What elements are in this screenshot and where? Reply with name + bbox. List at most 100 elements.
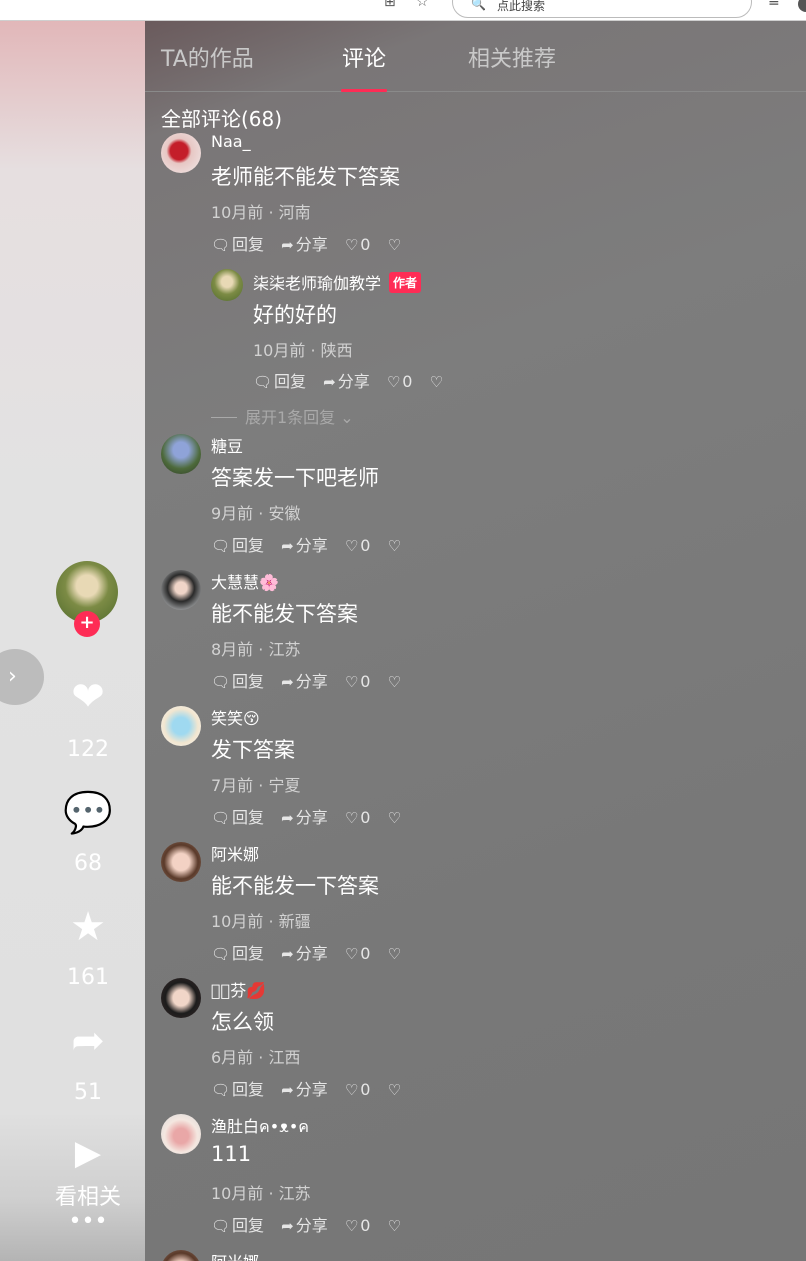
follow-button[interactable]: +: [74, 611, 100, 637]
share-button[interactable]: ➦ 分享: [323, 368, 370, 392]
comment-username[interactable]: 阿米娜: [211, 841, 259, 865]
share-arrow-icon: ➦: [281, 1217, 294, 1235]
avatar[interactable]: [161, 133, 201, 173]
tab-recommend[interactable]: 相关推荐: [468, 41, 556, 73]
like-button[interactable]: ♡ 0: [345, 536, 371, 555]
reply-icon: 🗨: [211, 1217, 231, 1235]
tab-comments[interactable]: 评论: [342, 41, 386, 73]
star-favorite-icon[interactable]: ★: [60, 905, 116, 949]
like-button[interactable]: ♡ 0: [345, 1216, 371, 1235]
share-button[interactable]: ➦ 分享: [281, 1076, 328, 1100]
comment-meta: 7月前 · 宁夏: [211, 776, 301, 795]
heart-icon: ♡: [344, 236, 359, 254]
browser-toolbar: ⊞ ☆ 🔍 点此搜索 ≡: [0, 0, 806, 21]
comment-username[interactable]: 𝓶ꦿ芬💋: [211, 977, 266, 1001]
search-bar[interactable]: 🔍 点此搜索: [452, 0, 752, 18]
avatar[interactable]: [161, 842, 201, 882]
share-button[interactable]: ➦ 分享: [281, 1212, 328, 1236]
share-button[interactable]: ➦ 分享: [281, 940, 328, 964]
comment-text: 怎么领: [211, 1010, 274, 1034]
favorite-count: 161: [67, 965, 109, 990]
broken-heart-icon: ♡: [387, 236, 402, 254]
comment-username[interactable]: Naa_: [211, 132, 251, 151]
comment-username[interactable]: 阿米娜: [211, 1249, 259, 1261]
comment-text: 能不能发一下答案: [211, 874, 379, 898]
comment-text: 111: [211, 1142, 252, 1166]
share-button[interactable]: ➦ 分享: [281, 668, 328, 692]
like-button[interactable]: ♡ 0: [345, 944, 371, 963]
grid-icon[interactable]: ⊞: [384, 0, 396, 10]
share-button[interactable]: ➦ 分享: [281, 532, 328, 556]
share-button[interactable]: ➦ 分享: [281, 231, 328, 255]
comment-actions: 🗨 回复 ➦ 分享 ♡ 0 ♡: [211, 532, 415, 556]
broken-heart-icon: ♡: [387, 1217, 402, 1235]
avatar[interactable]: [161, 706, 201, 746]
related-label[interactable]: 看相关: [48, 1179, 128, 1211]
profile-icon[interactable]: [798, 0, 806, 12]
dislike-button[interactable]: ♡: [388, 944, 403, 963]
reply-actions: 🗨 回复 ➦ 分享 ♡ 0 ♡: [253, 368, 457, 392]
dislike-button[interactable]: ♡: [388, 808, 403, 827]
reply-username[interactable]: 柒柒老师瑜伽教学 作者: [253, 270, 422, 294]
tab-works[interactable]: TA的作品: [161, 41, 254, 73]
comment-username[interactable]: 渔肚白ค•ᴥ•ค: [211, 1113, 309, 1140]
reply-button[interactable]: 🗨 回复: [211, 231, 264, 255]
reply-icon: 🗨: [211, 945, 231, 963]
more-icon[interactable]: •••: [60, 1209, 116, 1234]
avatar[interactable]: [161, 570, 201, 610]
share-arrow-icon: ➦: [281, 945, 294, 963]
play-related-icon[interactable]: ▶: [60, 1131, 116, 1175]
reply-button[interactable]: 🗨 回复: [211, 532, 264, 556]
comment-icon[interactable]: 💬: [60, 791, 116, 835]
share-icon[interactable]: ➦: [60, 1019, 116, 1063]
like-button[interactable]: ♡ 0: [345, 672, 371, 691]
avatar[interactable]: [161, 434, 201, 474]
comment-text: 发下答案: [211, 738, 295, 762]
dislike-button[interactable]: ♡: [388, 235, 403, 254]
like-button[interactable]: ♡ 0: [345, 808, 371, 827]
reply-icon: 🗨: [211, 673, 231, 691]
reply-button[interactable]: 🗨 回复: [211, 668, 264, 692]
expand-replies-button[interactable]: 展开1条回复 ⌄: [211, 404, 354, 428]
share-arrow-icon: ➦: [281, 809, 294, 827]
reply-button[interactable]: 🗨 回复: [211, 940, 264, 964]
dislike-button[interactable]: ♡: [388, 1080, 403, 1099]
comment-actions: 🗨 回复 ➦ 分享 ♡ 0 ♡: [211, 1212, 415, 1236]
share-arrow-icon: ➦: [323, 373, 336, 391]
reply-button[interactable]: 🗨 回复: [211, 804, 264, 828]
like-button[interactable]: ♡ 0: [387, 372, 413, 391]
star-icon[interactable]: ☆: [416, 0, 429, 10]
avatar[interactable]: [161, 1250, 201, 1261]
comment-username[interactable]: 大慧慧🌸: [211, 569, 279, 593]
like-button[interactable]: ♡ 0: [345, 235, 371, 254]
avatar[interactable]: [161, 978, 201, 1018]
dislike-button[interactable]: ♡: [388, 536, 403, 555]
comment-username[interactable]: 笑笑😚: [211, 705, 260, 729]
active-tab-indicator: [341, 89, 387, 92]
comment-actions: 🗨 回复 ➦ 分享 ♡ 0 ♡: [211, 668, 415, 692]
avatar[interactable]: [211, 269, 243, 301]
broken-heart-icon: ♡: [429, 373, 444, 391]
comment-text: 能不能发下答案: [211, 602, 358, 626]
like-icon[interactable]: ❤: [60, 675, 116, 719]
avatar[interactable]: [161, 1114, 201, 1154]
reply-button[interactable]: 🗨 回复: [211, 1212, 264, 1236]
reply-button[interactable]: 🗨 回复: [253, 368, 306, 392]
share-arrow-icon: ➦: [281, 1081, 294, 1099]
next-video-button[interactable]: ›: [0, 649, 44, 705]
share-button[interactable]: ➦ 分享: [281, 804, 328, 828]
reply-button[interactable]: 🗨 回复: [211, 1076, 264, 1100]
share-arrow-icon: ➦: [281, 236, 294, 254]
comment-text: 老师能不能发下答案: [211, 165, 400, 189]
dislike-button[interactable]: ♡: [430, 372, 445, 391]
broken-heart-icon: ♡: [387, 809, 402, 827]
share-arrow-icon: ➦: [281, 537, 294, 555]
comment-username[interactable]: 糖豆: [211, 433, 243, 457]
dislike-button[interactable]: ♡: [388, 1216, 403, 1235]
like-button[interactable]: ♡ 0: [345, 1080, 371, 1099]
heart-icon: ♡: [344, 809, 359, 827]
comment-meta: 10月前 · 江苏: [211, 1184, 311, 1203]
reading-list-icon[interactable]: ≡: [768, 0, 780, 10]
broken-heart-icon: ♡: [387, 945, 402, 963]
dislike-button[interactable]: ♡: [388, 672, 403, 691]
